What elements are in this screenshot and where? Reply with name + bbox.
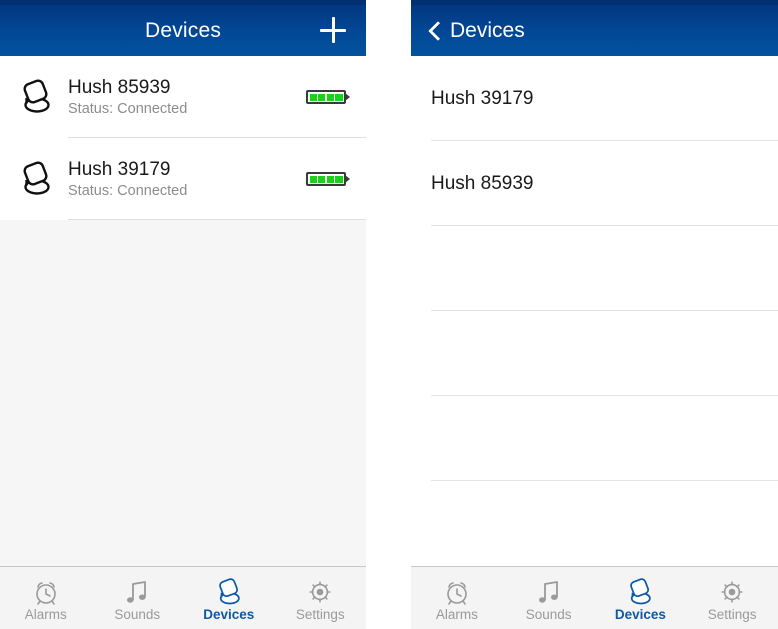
- screen-gap: [366, 0, 411, 629]
- back-button-label: Devices: [450, 18, 525, 42]
- earplug-icon: [0, 78, 68, 116]
- tab-settings[interactable]: Settings: [686, 567, 778, 629]
- page-title: Devices: [144, 18, 222, 42]
- left-content: Hush 85939 Status: Connected Hush 39179 …: [0, 56, 366, 566]
- list-item-label: Hush 39179: [431, 87, 534, 109]
- device-list: Hush 85939 Status: Connected Hush 39179 …: [0, 56, 366, 220]
- left-screen: Devices Hush 85939 Status: Connected Hus…: [0, 0, 366, 629]
- right-screen: Devices Hush 39179 Hush 85939 Alarms Sou…: [411, 0, 778, 629]
- device-text-block: Hush 39179 Status: Connected: [68, 159, 306, 200]
- tab-label: Devices: [614, 606, 666, 622]
- status-bar-strip: [0, 0, 366, 5]
- back-button[interactable]: Devices: [411, 16, 525, 41]
- tab-alarms[interactable]: Alarms: [0, 567, 92, 629]
- tab-label: Alarms: [24, 606, 67, 622]
- list-item[interactable]: [411, 481, 778, 566]
- list-item[interactable]: Hush 85939: [411, 141, 778, 226]
- music-note-icon: [123, 577, 151, 607]
- tab-label: Settings: [707, 606, 757, 622]
- battery-full-icon: [306, 90, 350, 104]
- device-picker-list: Hush 39179 Hush 85939: [411, 56, 778, 566]
- tab-label: Alarms: [435, 606, 478, 622]
- music-note-icon: [535, 577, 563, 607]
- tab-sounds[interactable]: Sounds: [92, 567, 184, 629]
- tab-label: Devices: [203, 606, 255, 622]
- right-navbar: Devices: [411, 0, 778, 56]
- tab-alarms[interactable]: Alarms: [411, 567, 503, 629]
- tab-sounds[interactable]: Sounds: [503, 567, 595, 629]
- tab-label: Sounds: [114, 606, 161, 622]
- list-item[interactable]: [411, 311, 778, 396]
- table-row[interactable]: Hush 39179 Status: Connected: [0, 138, 366, 220]
- earplug-icon: [0, 160, 68, 198]
- right-content: Hush 39179 Hush 85939: [411, 56, 778, 566]
- device-name: Hush 85939: [68, 76, 171, 98]
- list-item[interactable]: [411, 226, 778, 311]
- list-item[interactable]: Hush 39179: [411, 56, 778, 141]
- gear-icon: [718, 577, 746, 607]
- tab-devices[interactable]: Devices: [595, 567, 687, 629]
- device-status: Status: Connected: [68, 100, 188, 117]
- screenshot-root: Devices Hush 85939 Status: Connected Hus…: [0, 0, 778, 629]
- earplug-icon: [214, 577, 244, 607]
- device-name: Hush 39179: [68, 158, 171, 180]
- table-row[interactable]: Hush 85939 Status: Connected: [0, 56, 366, 138]
- list-item[interactable]: [411, 396, 778, 481]
- add-device-button[interactable]: [320, 17, 346, 43]
- gear-icon: [306, 577, 334, 607]
- status-bar-strip: [411, 0, 778, 5]
- alarm-clock-icon: [443, 577, 471, 607]
- tab-settings[interactable]: Settings: [275, 567, 367, 629]
- battery-full-icon: [306, 172, 350, 186]
- tab-label: Sounds: [525, 606, 572, 622]
- list-item-label: Hush 85939: [431, 172, 534, 194]
- left-navbar: Devices: [0, 0, 366, 56]
- left-tabbar: Alarms Sounds Devices Settings: [0, 566, 366, 629]
- row-separator: [68, 219, 366, 220]
- right-tabbar: Alarms Sounds Devices Settings: [411, 566, 778, 629]
- device-status: Status: Connected: [68, 182, 188, 199]
- earplug-icon: [625, 577, 655, 607]
- battery-indicator: [306, 90, 366, 104]
- battery-indicator: [306, 172, 366, 186]
- tab-label: Settings: [295, 606, 345, 622]
- alarm-clock-icon: [32, 577, 60, 607]
- tab-devices[interactable]: Devices: [183, 567, 275, 629]
- device-text-block: Hush 85939 Status: Connected: [68, 77, 306, 118]
- chevron-left-icon: [427, 23, 442, 38]
